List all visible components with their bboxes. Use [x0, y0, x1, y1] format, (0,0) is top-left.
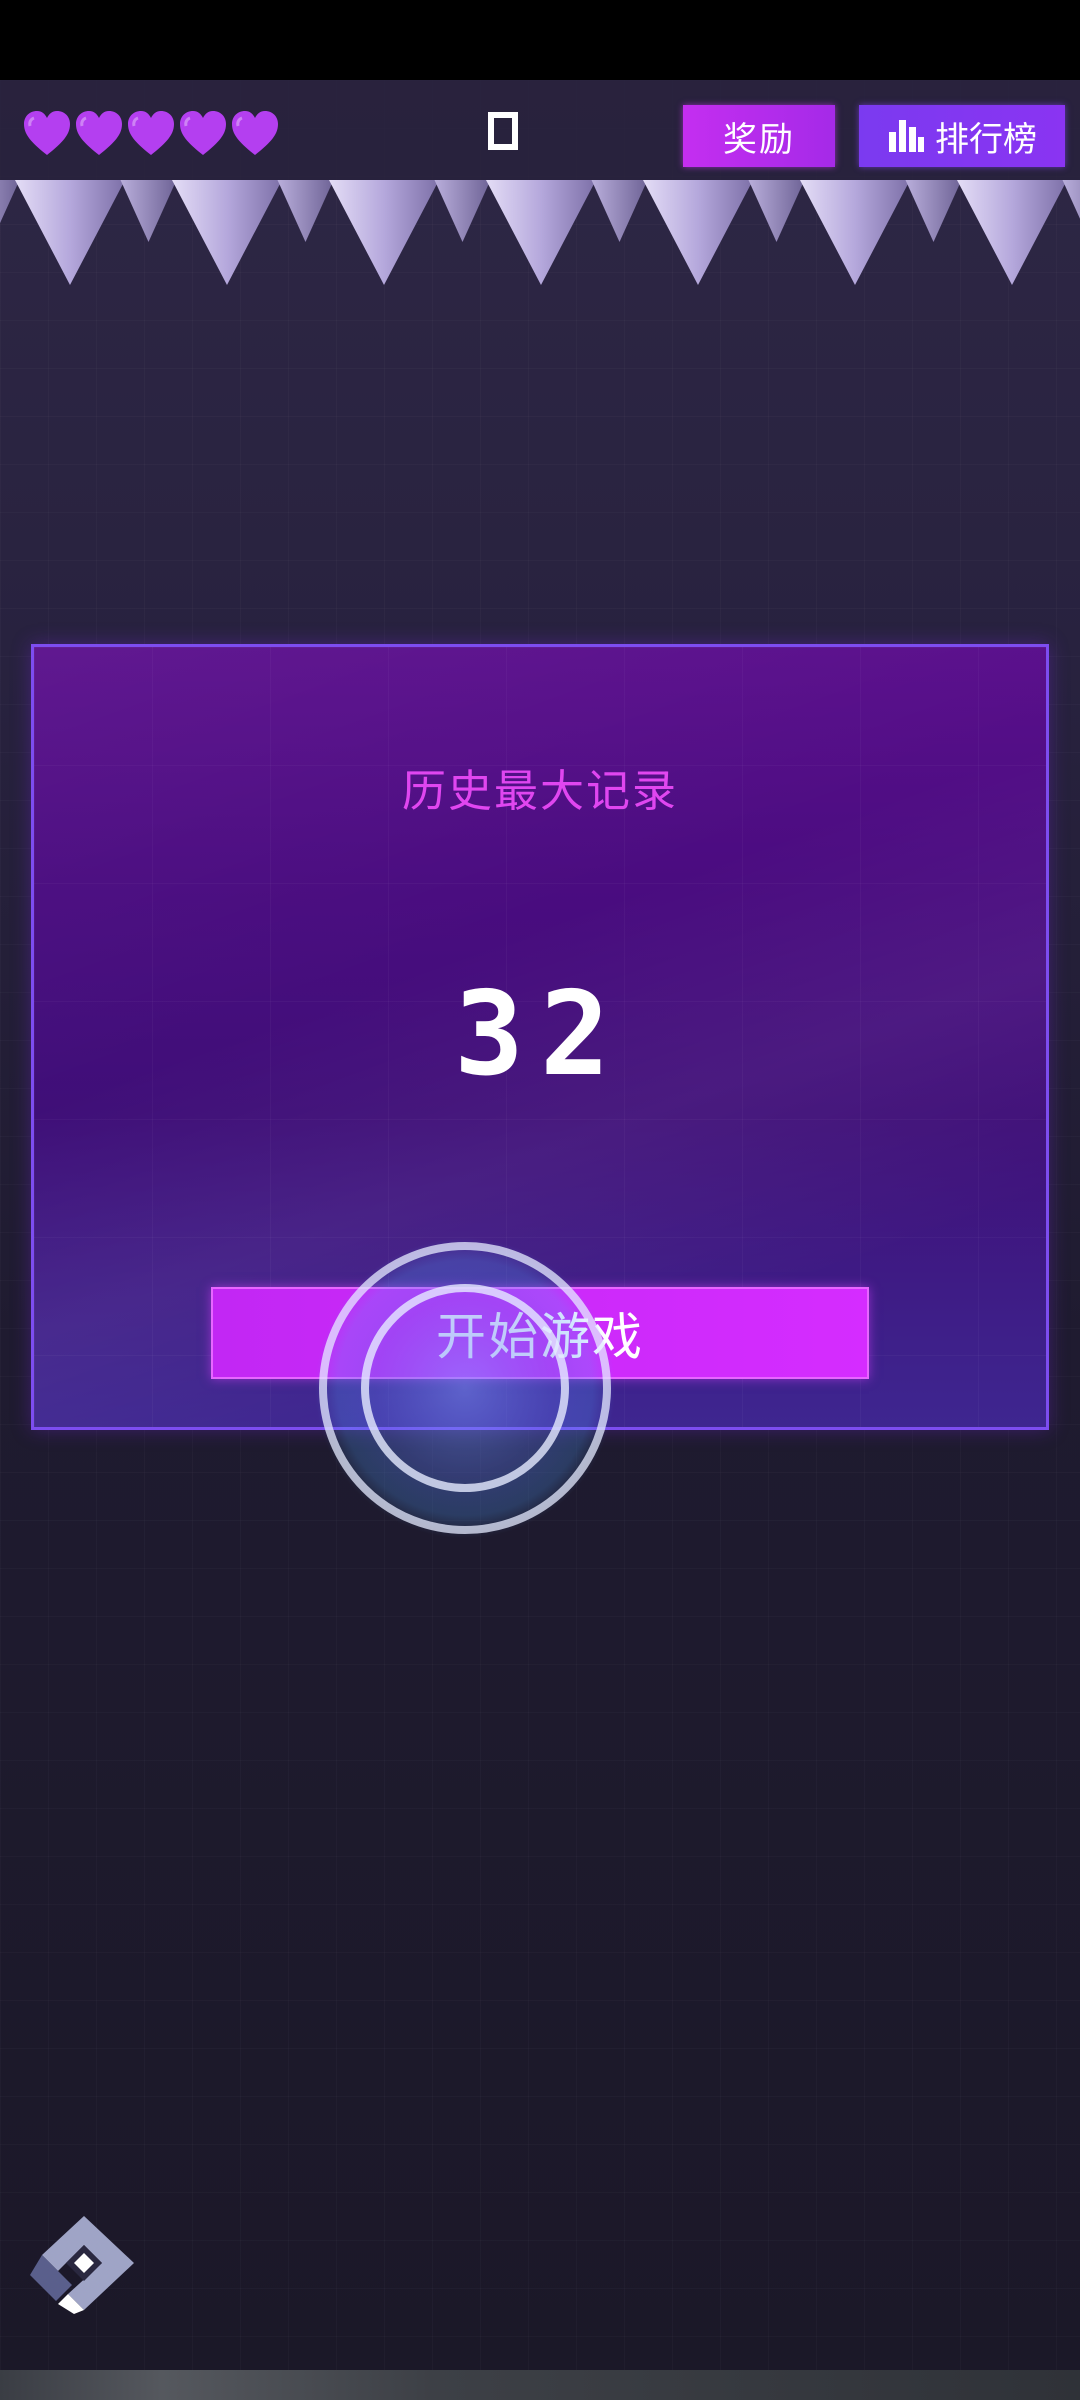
reward-button[interactable]: 奖励: [683, 105, 835, 167]
heart-icon: [24, 111, 70, 155]
leaderboard-button[interactable]: 排行榜: [859, 105, 1065, 167]
heart-icon: [76, 111, 122, 155]
spike: [277, 180, 334, 242]
spike: [120, 180, 177, 242]
high-score-card: 历史最大记录 32 开始游戏: [31, 644, 1049, 1430]
spike: [0, 180, 20, 224]
high-score-value: 32: [454, 967, 626, 1102]
start-game-label: 开始游戏: [436, 1308, 644, 1366]
reward-button-label: 奖励: [723, 119, 795, 160]
spike: [1062, 180, 1080, 219]
spike: [643, 180, 753, 285]
spike: [905, 180, 962, 242]
spike: [172, 180, 282, 285]
spike: [434, 180, 491, 242]
high-score-title: 历史最大记录: [402, 766, 678, 817]
spike: [329, 180, 439, 285]
spike: [15, 180, 125, 285]
app-logo-icon: [30, 2216, 134, 2314]
bar-chart-icon: [889, 120, 924, 152]
spike: [800, 180, 910, 285]
heart-icon: [232, 111, 278, 155]
status-bar: [0, 0, 1080, 80]
leaderboard-button-label: 排行榜: [935, 119, 1037, 160]
ceiling-spikes: [0, 180, 1080, 285]
pause-icon[interactable]: [488, 112, 518, 150]
top-hud: 奖励 排行榜: [0, 80, 1080, 180]
spike: [486, 180, 596, 285]
spike: [748, 180, 805, 242]
spike: [591, 180, 648, 242]
heart-icon: [128, 111, 174, 155]
start-game-button[interactable]: 开始游戏: [211, 1287, 869, 1379]
game-screen: 奖励 排行榜 历史最大记录 32 开始游戏: [0, 0, 1080, 2400]
spike: [957, 180, 1067, 285]
lives-display: [22, 110, 280, 162]
navigation-bar: [0, 2370, 1080, 2400]
heart-icon: [180, 111, 226, 155]
